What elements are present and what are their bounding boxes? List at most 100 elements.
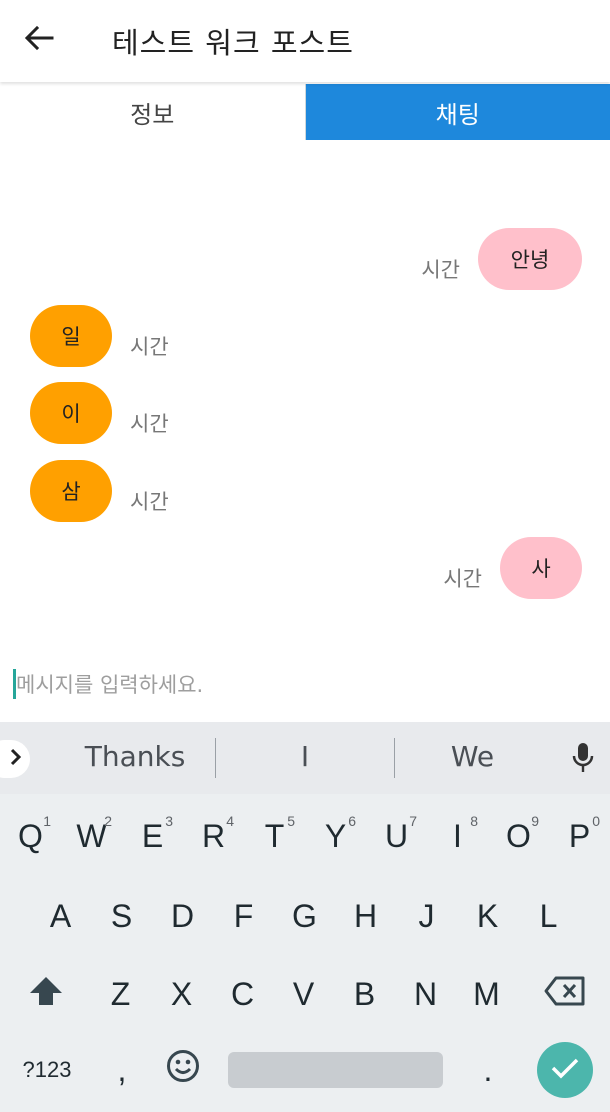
- key[interactable]: X: [153, 965, 210, 1023]
- tab-info[interactable]: 정보: [0, 84, 306, 140]
- period-key[interactable]: .: [468, 1047, 508, 1093]
- key-label: Z: [110, 975, 131, 1012]
- key-number-hint: 3: [165, 813, 173, 829]
- message-bubble: 일: [30, 305, 112, 367]
- key-number-hint: 5: [287, 813, 295, 829]
- page-title: 테스트 워크 포스트: [112, 26, 354, 60]
- message-bubble: 사: [500, 537, 582, 599]
- key[interactable]: Z: [92, 965, 149, 1023]
- tab-chat[interactable]: 채팅: [305, 84, 610, 140]
- key[interactable]: 2W: [63, 807, 120, 865]
- key-label: F: [233, 897, 254, 934]
- key-label: M: [473, 975, 500, 1012]
- chat-message-list: 시간 안녕 일 시간 이 시간 삼 시간 시간 사: [0, 140, 610, 660]
- key-label: Q: [18, 817, 43, 854]
- key[interactable]: H: [337, 887, 394, 945]
- key-label: E: [141, 817, 164, 854]
- key-label: X: [170, 975, 193, 1012]
- key[interactable]: L: [520, 887, 577, 945]
- key-label: A: [49, 897, 72, 934]
- message-time: 시간: [130, 335, 169, 359]
- message-row: 일 시간: [30, 305, 169, 367]
- key-label: P: [568, 817, 591, 854]
- key-number-hint: 4: [226, 813, 234, 829]
- soft-keyboard: Thanks I We 1Q2W3E4R5T6Y7U8I9O0P ASDFGHJ…: [0, 722, 610, 1112]
- key-label: J: [418, 897, 435, 934]
- key-label: I: [453, 817, 462, 854]
- key[interactable]: D: [154, 887, 211, 945]
- key[interactable]: 1Q: [2, 807, 59, 865]
- key[interactable]: B: [336, 965, 393, 1023]
- key[interactable]: 7U: [368, 807, 425, 865]
- app-bar: 테스트 워크 포스트: [0, 0, 610, 82]
- key-label: S: [110, 897, 133, 934]
- enter-key[interactable]: [537, 1042, 593, 1098]
- key-label: T: [264, 817, 285, 854]
- message-input-row: [0, 660, 610, 720]
- key[interactable]: 6Y: [307, 807, 364, 865]
- emoji-key[interactable]: [160, 1047, 206, 1093]
- back-button[interactable]: [14, 16, 64, 64]
- key-label: B: [353, 975, 376, 1012]
- key-label: V: [292, 975, 315, 1012]
- expand-toolbar-button[interactable]: [0, 740, 30, 778]
- key[interactable]: K: [459, 887, 516, 945]
- message-time: 시간: [130, 490, 169, 514]
- backspace-icon: [544, 976, 586, 1014]
- key-label: H: [353, 897, 378, 934]
- message-row: 시간 안녕: [421, 228, 582, 290]
- symbols-key[interactable]: ?123: [12, 1047, 82, 1093]
- key-label: N: [413, 975, 438, 1012]
- shift-key[interactable]: [17, 970, 75, 1020]
- key-number-hint: 8: [470, 813, 478, 829]
- key-label: R: [201, 817, 226, 854]
- key-label: K: [476, 897, 499, 934]
- suggestion-item[interactable]: I: [216, 740, 394, 776]
- suggestion-item[interactable]: We: [395, 740, 550, 776]
- key[interactable]: N: [397, 965, 454, 1023]
- tab-bar: 정보 채팅: [0, 84, 610, 140]
- key[interactable]: F: [215, 887, 272, 945]
- key-label: U: [384, 817, 409, 854]
- message-time: 시간: [130, 412, 169, 436]
- key[interactable]: 5T: [246, 807, 303, 865]
- microphone-icon: [571, 742, 595, 778]
- checkmark-icon: [550, 1056, 580, 1084]
- message-row: 삼 시간: [30, 460, 169, 522]
- key[interactable]: C: [214, 965, 271, 1023]
- key-number-hint: 7: [409, 813, 417, 829]
- key-number-hint: 2: [104, 813, 112, 829]
- message-time: 시간: [443, 567, 482, 591]
- arrow-left-icon: [24, 25, 54, 55]
- key[interactable]: 8I: [429, 807, 486, 865]
- message-row: 시간 사: [443, 537, 582, 599]
- suggestion-item[interactable]: Thanks: [55, 740, 215, 776]
- key[interactable]: A: [32, 887, 89, 945]
- key[interactable]: V: [275, 965, 332, 1023]
- space-key[interactable]: [228, 1052, 443, 1088]
- key[interactable]: 0P: [551, 807, 608, 865]
- key-label: L: [539, 897, 558, 934]
- message-bubble: 이: [30, 382, 112, 444]
- key-label: W: [76, 817, 107, 854]
- message-bubble: 삼: [30, 460, 112, 522]
- key[interactable]: 3E: [124, 807, 181, 865]
- key-label: G: [292, 897, 317, 934]
- key-number-hint: 6: [348, 813, 356, 829]
- key-label: D: [170, 897, 195, 934]
- backspace-key[interactable]: [535, 970, 595, 1020]
- message-row: 이 시간: [30, 382, 169, 444]
- suggestion-bar: Thanks I We: [0, 722, 610, 794]
- message-input[interactable]: [16, 666, 596, 704]
- key-label: O: [506, 817, 531, 854]
- key[interactable]: G: [276, 887, 333, 945]
- voice-input-button[interactable]: [566, 740, 600, 780]
- key[interactable]: J: [398, 887, 455, 945]
- message-bubble: 안녕: [478, 228, 582, 290]
- comma-key[interactable]: ,: [102, 1047, 142, 1093]
- key[interactable]: 9O: [490, 807, 547, 865]
- key[interactable]: 4R: [185, 807, 242, 865]
- key[interactable]: M: [458, 965, 515, 1023]
- chevron-right-icon: [10, 748, 22, 770]
- key[interactable]: S: [93, 887, 150, 945]
